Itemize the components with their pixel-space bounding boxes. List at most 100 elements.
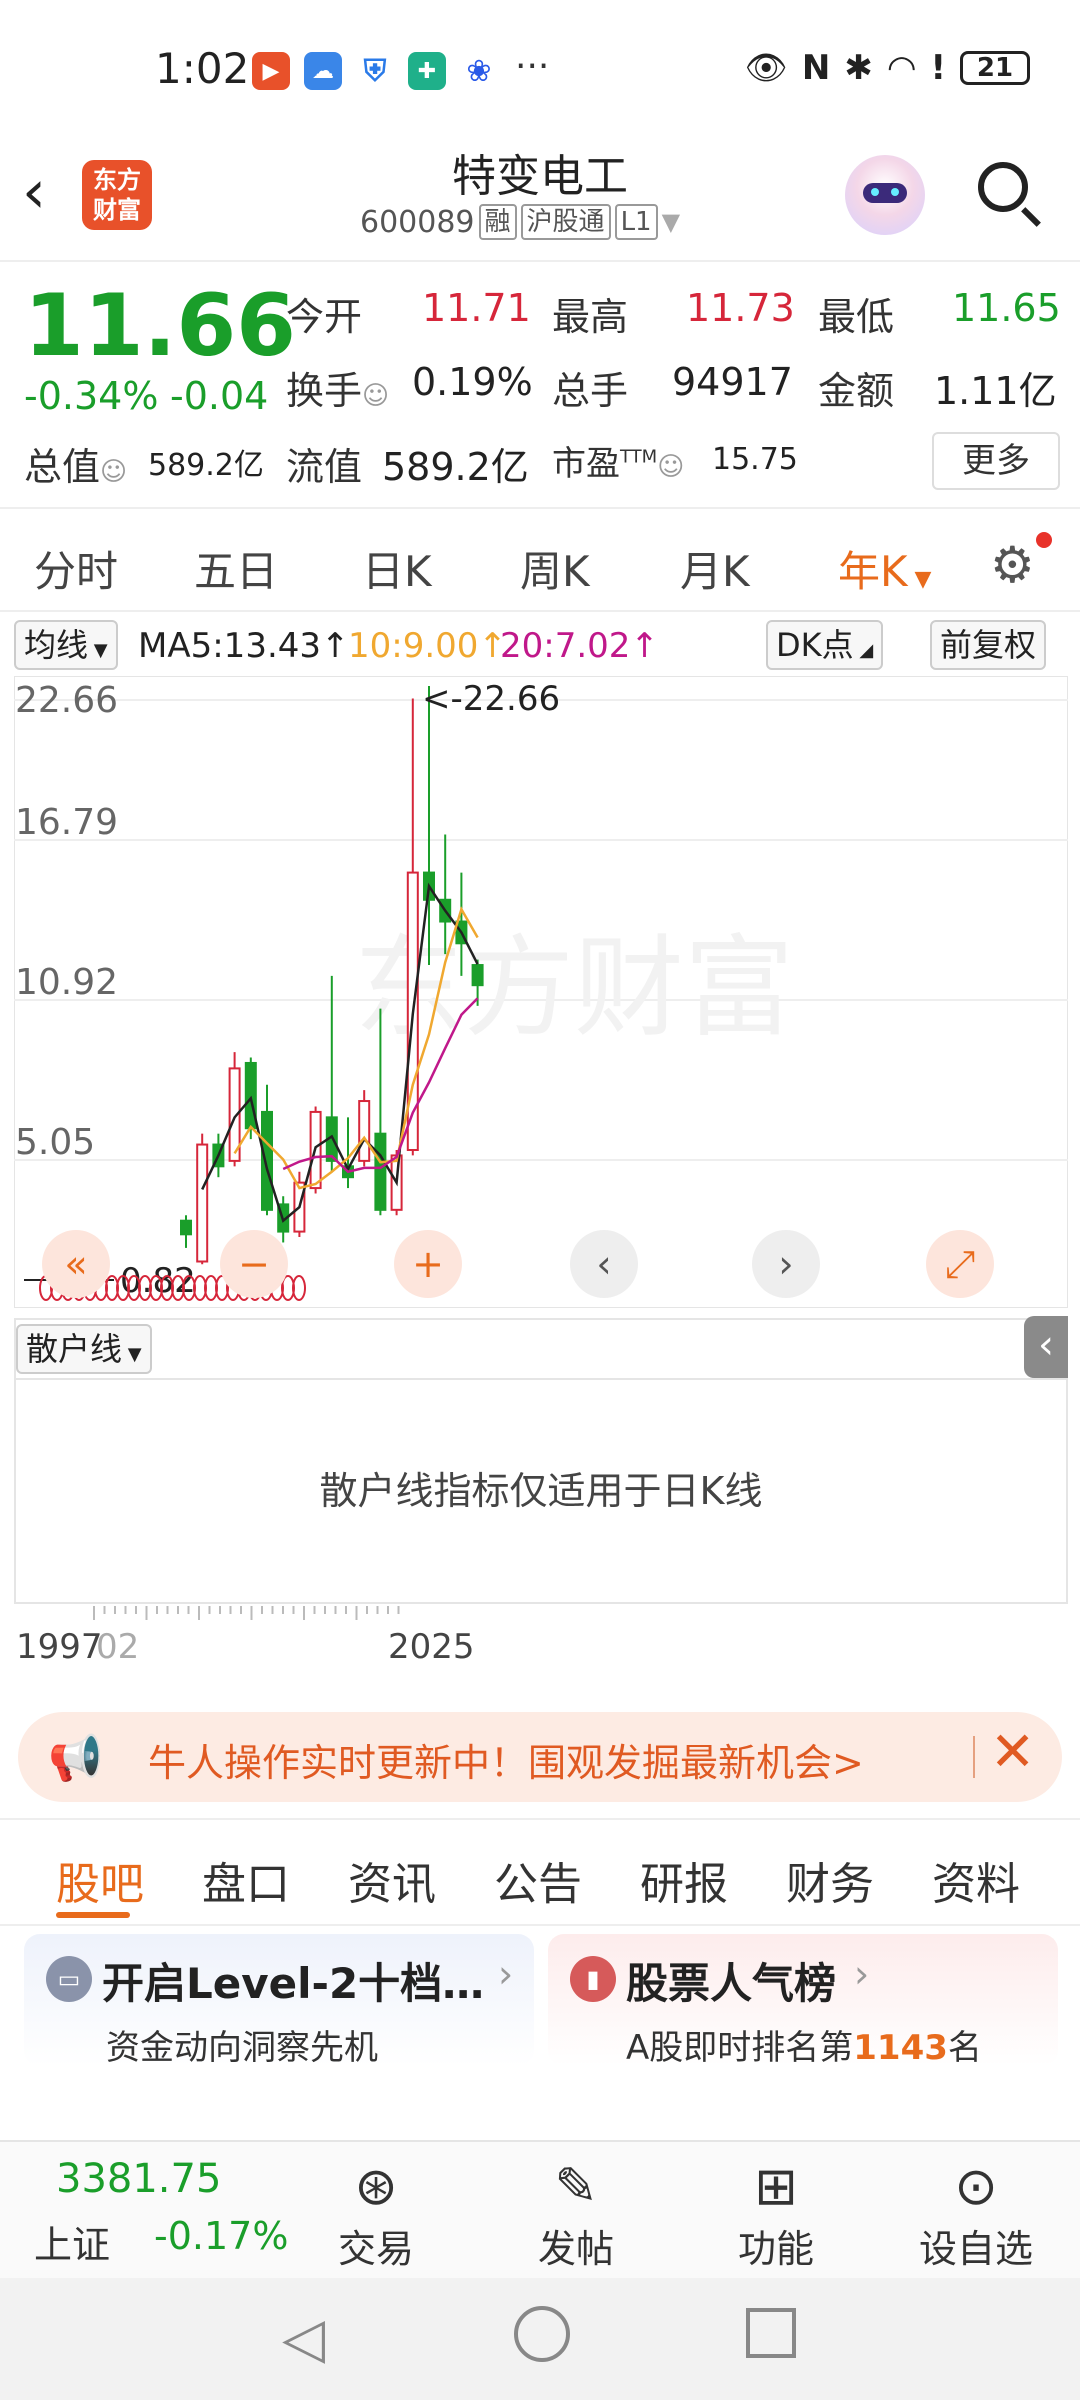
system-home-icon[interactable]	[514, 2306, 570, 2362]
open-label: 今开	[286, 295, 363, 339]
tab-forum[interactable]: 股吧	[56, 1848, 144, 1912]
notification-dot	[1036, 532, 1052, 548]
bluetooth-icon: ✱	[844, 48, 873, 88]
tab-profile[interactable]: 资料	[932, 1848, 1020, 1912]
chevron-right-icon: ›	[854, 1952, 870, 1996]
level2-card[interactable]: ▭ 开启Level-2十档… › 资金动向洞察先机	[24, 1934, 534, 2068]
chart-bar-icon: ▮	[570, 1956, 616, 2002]
battery-icon: 21	[960, 51, 1030, 85]
edit-icon: ✎	[554, 2157, 598, 2217]
x-label-start: 1997	[16, 1627, 103, 1667]
ma5-value: MA5:13.43↑	[138, 626, 350, 666]
system-back-icon[interactable]: ◁	[282, 2306, 325, 2371]
tab-intraday[interactable]: 分时	[34, 538, 118, 599]
system-recents-icon[interactable]	[746, 2308, 796, 2358]
x-label-02: 02	[96, 1627, 139, 1667]
search-icon[interactable]	[978, 162, 1028, 212]
app-notification-icon: ▶	[252, 52, 290, 90]
tab-announcements[interactable]: 公告	[494, 1848, 582, 1912]
nav-watchlist[interactable]: ⊙ 设自选	[906, 2156, 1046, 2273]
status-right: 👁 N ✱ ◠ ! 21	[745, 48, 1030, 88]
candle-body	[180, 1219, 192, 1236]
tab-news[interactable]: 资讯	[348, 1848, 436, 1912]
more-circle-icon: ⊙	[954, 2157, 998, 2217]
side-panel-toggle-icon[interactable]: ‹	[1024, 1316, 1068, 1378]
tab-daily-k[interactable]: 日K	[362, 538, 432, 599]
popularity-title: 股票人气榜	[626, 1959, 837, 2008]
candle-body	[358, 1100, 371, 1162]
total-mv-label: 总值☺	[24, 445, 128, 489]
kline-chart[interactable]: 22.66 16.79 10.92 5.05 东方财富 <-22.66 0.82…	[13, 675, 1069, 1309]
scroll-left-icon[interactable]: «	[42, 1230, 110, 1298]
candle-body	[471, 964, 484, 987]
kline-svg[interactable]: 22.66 16.79 10.92 5.05 东方财富 <-22.66 0.82	[13, 675, 1069, 1309]
turnover-value: 0.19%	[412, 360, 533, 404]
stock-code: 600089	[360, 204, 475, 240]
wifi-icon: ◠	[886, 48, 917, 88]
total-mv-value: 589.2亿	[148, 448, 264, 483]
next-icon[interactable]: ›	[752, 1230, 820, 1298]
tab-weekly-k[interactable]: 周K	[520, 538, 590, 599]
open-value: 11.71	[422, 286, 531, 330]
level2-title: 开启Level-2十档…	[102, 1959, 485, 2008]
nav-watchlist-label: 设自选	[918, 2227, 1033, 2271]
index-value[interactable]: 3381.75	[56, 2156, 221, 2202]
y-label-2: 16.79	[15, 802, 118, 843]
popularity-card[interactable]: ▮ 股票人气榜 › A股即时排名第1143名	[548, 1934, 1058, 2068]
period-tabs: 分时 五日 日K 周K 月K 年K ▼ ⚙	[0, 510, 1080, 612]
nav-trade[interactable]: ⊛ 交易	[306, 2156, 446, 2273]
x-label-end: 2025	[388, 1627, 475, 1667]
volume-label: 总手	[552, 369, 629, 413]
cloud-icon: ☁	[304, 52, 342, 90]
indicator-message: 散户线指标仅适用于日K线	[319, 1469, 763, 1513]
megaphone-icon: 📢	[48, 1733, 103, 1784]
gear-icon[interactable]: ⚙	[990, 536, 1035, 594]
index-name[interactable]: 上证	[34, 2214, 110, 2269]
assistant-robot-icon[interactable]	[845, 155, 925, 235]
system-nav-bar: ◁	[0, 2278, 1080, 2400]
active-tab-indicator	[56, 1912, 130, 1918]
status-time: 1:02	[155, 44, 250, 93]
tab-monthly-k[interactable]: 月K	[680, 538, 750, 599]
time-axis-svg: 1997 02 2025	[16, 1606, 475, 1667]
banner-separator	[973, 1736, 975, 1778]
grid-icon: ⊞	[754, 2157, 798, 2217]
promo-banner[interactable]: 📢 牛人操作实时更新中！围观发掘最新机会> ✕	[18, 1712, 1062, 1802]
stock-subtitle[interactable]: 600089 融 沪股通 L1 ▼	[360, 204, 680, 240]
tab-financials[interactable]: 财务	[786, 1848, 874, 1912]
high-value: 11.73	[686, 286, 795, 330]
chevron-down-icon[interactable]: ▼	[662, 208, 680, 236]
level2-icon: ▭	[46, 1956, 92, 2002]
more-button[interactable]: 更多	[932, 432, 1060, 490]
tab-yearly-k[interactable]: 年K ▼	[838, 538, 931, 599]
time-axis[interactable]: 1997 02 2025	[14, 1606, 1068, 1686]
more-notifications-icon: ···	[515, 46, 550, 87]
max-price-label: <-22.66	[422, 679, 560, 719]
tab-research[interactable]: 研报	[640, 1848, 728, 1912]
amount-label: 金额	[818, 369, 895, 413]
fullscreen-icon[interactable]: ⤢	[926, 1230, 994, 1298]
indicator-select[interactable]: 散户线 ▼	[16, 1324, 152, 1374]
tab-five-day[interactable]: 五日	[194, 538, 278, 599]
banner-text[interactable]: 牛人操作实时更新中！围观发掘最新机会>	[148, 1732, 864, 1787]
close-icon[interactable]: ✕	[990, 1720, 1035, 1783]
bottom-nav: 3381.75 上证 -0.17% ⊛ 交易 ✎ 发帖 ⊞ 功能 ⊙ 设自选	[0, 2140, 1080, 2278]
adjust-select[interactable]: 前复权	[930, 620, 1047, 670]
nav-post[interactable]: ✎ 发帖	[506, 2156, 646, 2273]
y-label-4: 5.05	[15, 1122, 95, 1163]
zoom-in-icon[interactable]: +	[394, 1230, 462, 1298]
change-percent: -0.34%	[24, 374, 159, 418]
zoom-out-icon[interactable]: −	[220, 1230, 288, 1298]
turnover-label: 换手☺	[286, 369, 390, 413]
tab-order-book[interactable]: 盘口	[202, 1848, 290, 1912]
chevron-right-icon: ›	[498, 1952, 514, 1996]
popularity-subtitle: A股即时排名第1143名	[626, 2028, 982, 2068]
nav-functions[interactable]: ⊞ 功能	[706, 2156, 846, 2273]
prev-icon[interactable]: ‹	[570, 1230, 638, 1298]
float-mv-label: 流值	[286, 445, 363, 489]
pe-value: 15.75	[712, 442, 798, 477]
ma-select[interactable]: 均线 ▼	[14, 620, 118, 670]
index-change[interactable]: -0.17%	[154, 2214, 288, 2258]
dk-point-select[interactable]: DK点 ◢	[766, 620, 884, 670]
watermark: 东方财富	[354, 924, 794, 1052]
